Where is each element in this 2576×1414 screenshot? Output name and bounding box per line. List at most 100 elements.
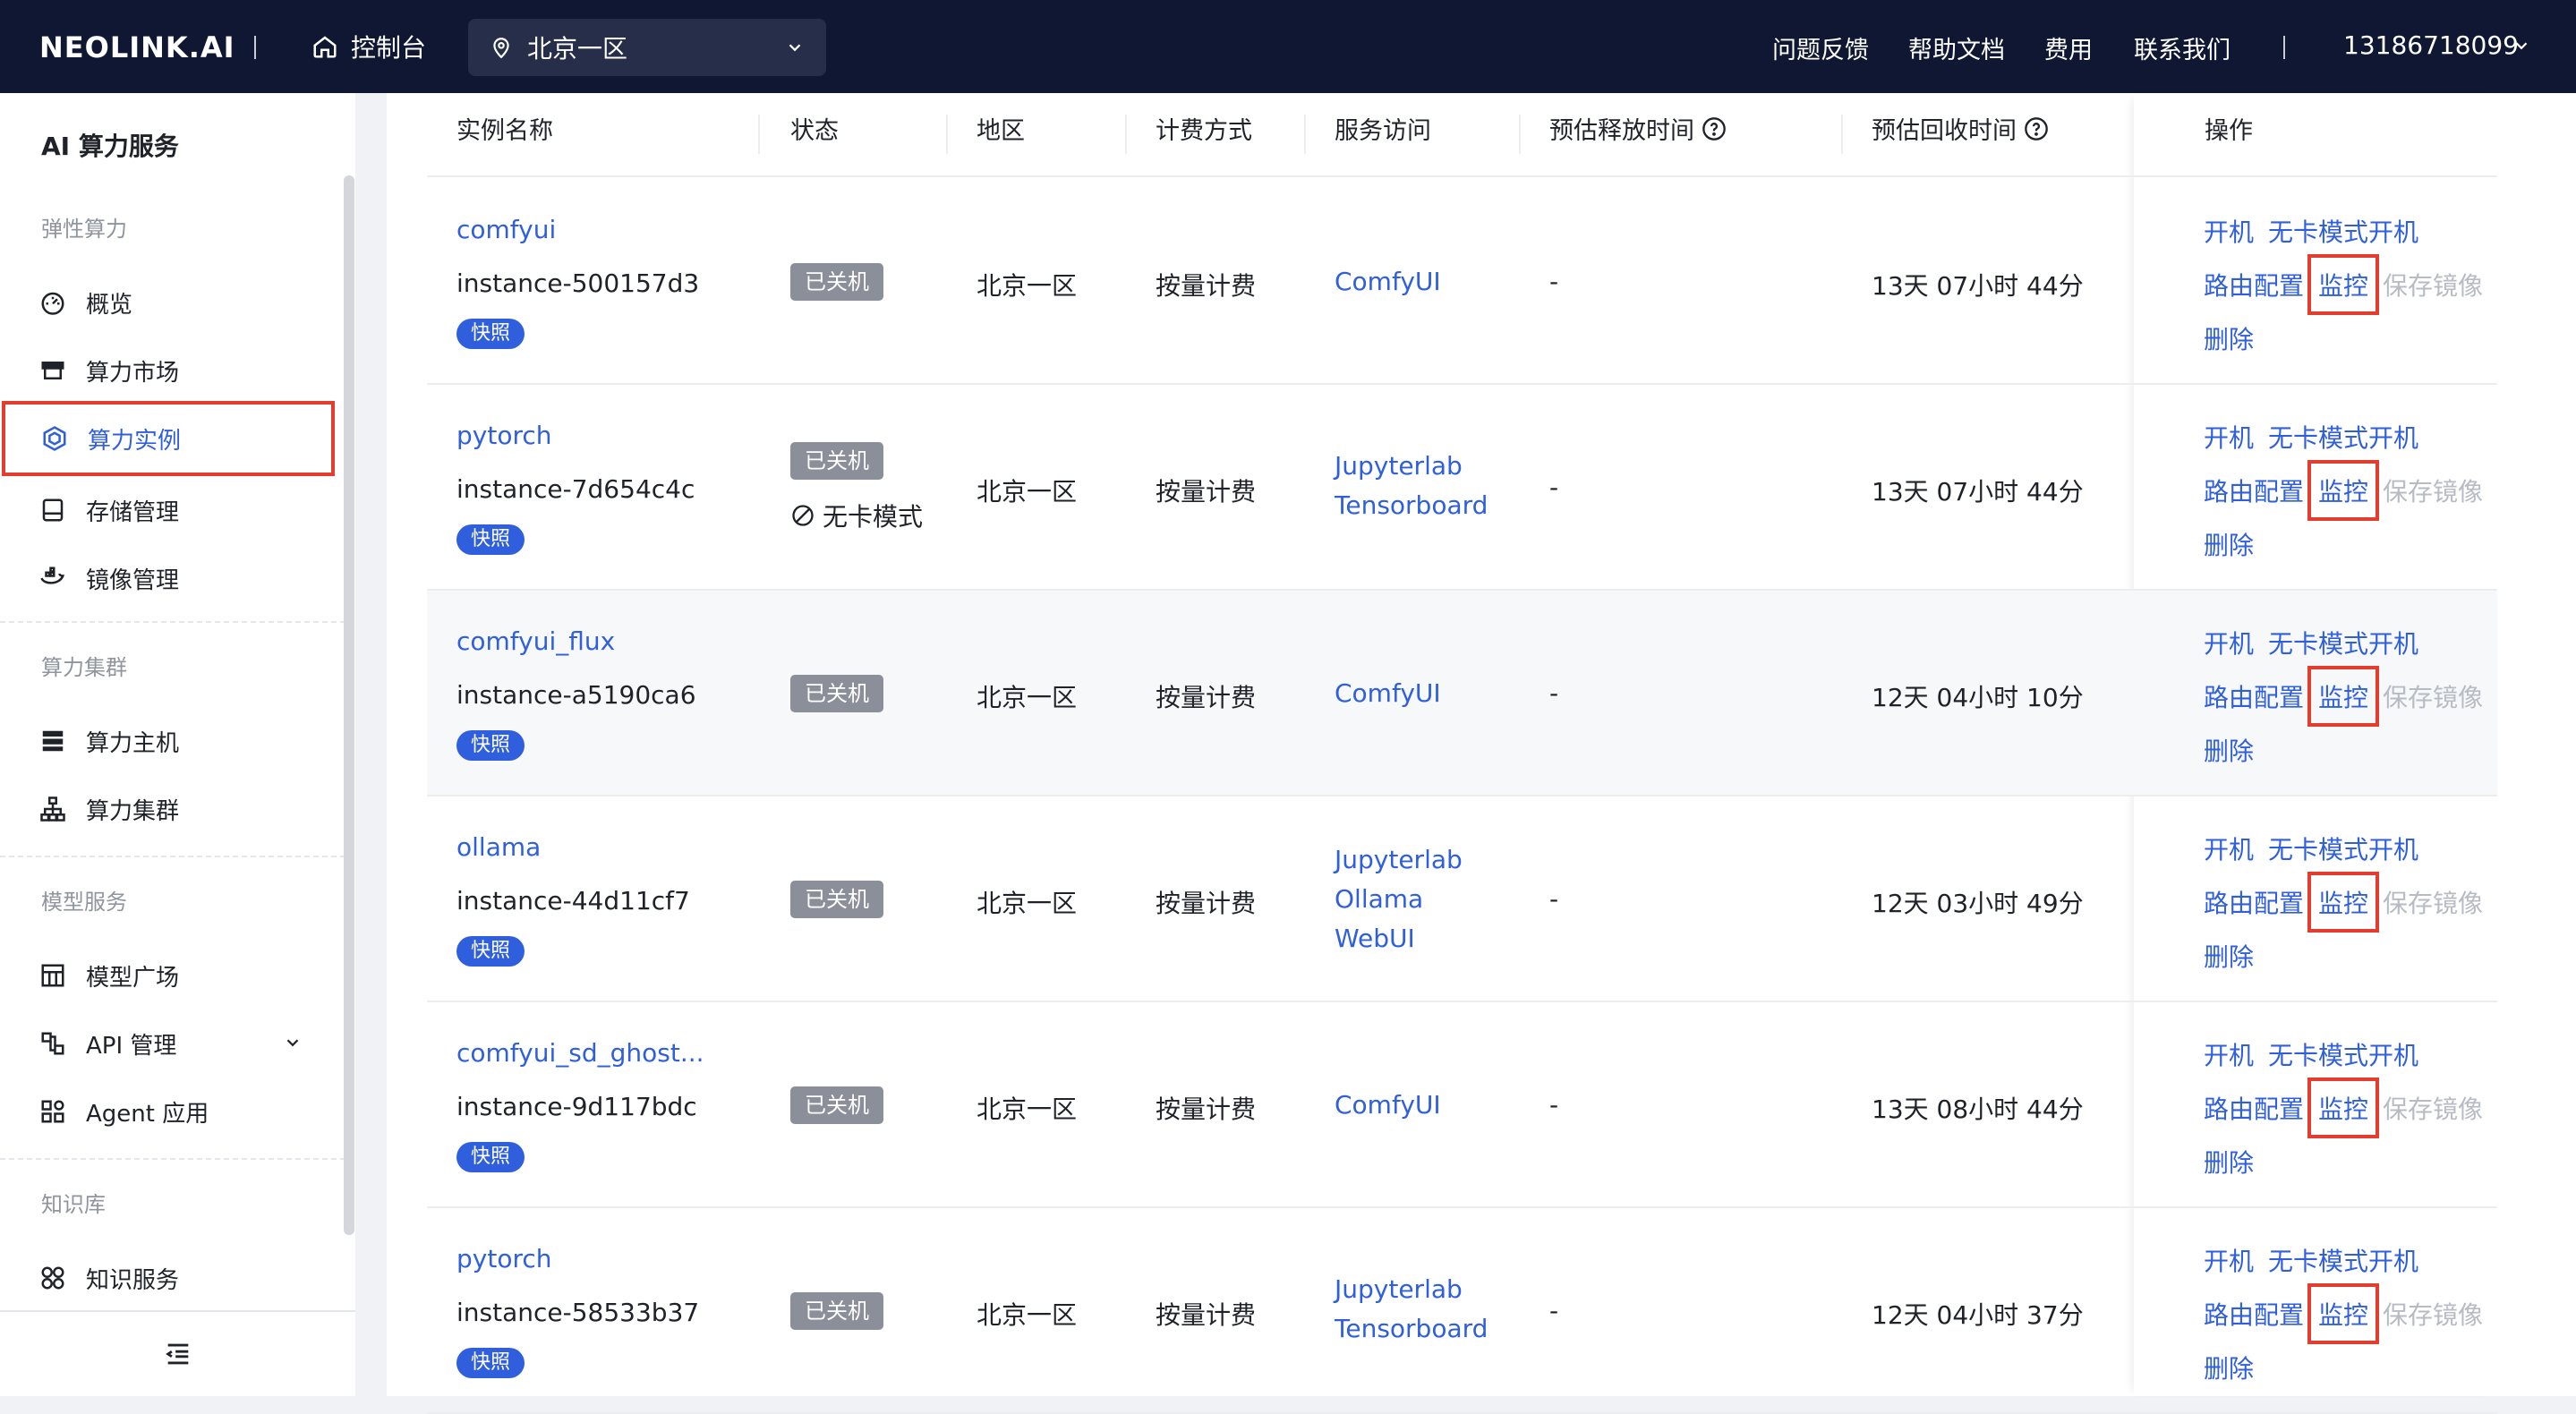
sidebar-item-label: 算力市场: [86, 359, 180, 387]
sidebar-scrollbar[interactable]: [344, 175, 354, 1235]
route-config-button[interactable]: 路由配置: [2204, 1296, 2304, 1332]
sidebar-item-instances[interactable]: 算力实例: [2, 401, 335, 476]
service-link-tensorboard[interactable]: Tensorboard: [1335, 1314, 1488, 1343]
start-button[interactable]: 开机: [2204, 213, 2254, 249]
server-icon: [42, 730, 64, 752]
sidebar-item-label: 算力集群: [86, 797, 180, 825]
start-nocard-button[interactable]: 无卡模式开机: [2268, 1242, 2418, 1278]
delete-button[interactable]: 删除: [2204, 1144, 2254, 1180]
route-config-button[interactable]: 路由配置: [2204, 884, 2304, 920]
sidebar-item-api[interactable]: API 管理: [0, 1009, 335, 1078]
start-nocard-button[interactable]: 无卡模式开机: [2268, 625, 2418, 660]
monitor-button[interactable]: 监控: [2307, 872, 2380, 933]
instance-name-link[interactable]: ollama: [456, 832, 541, 862]
start-button[interactable]: 开机: [2204, 831, 2254, 866]
sidebar-item-kbservice[interactable]: 知识服务: [0, 1244, 335, 1312]
start-nocard-button[interactable]: 无卡模式开机: [2268, 831, 2418, 866]
console-link[interactable]: 控制台: [311, 29, 426, 64]
instance-name-link[interactable]: comfyui_sd_ghost...: [456, 1038, 704, 1068]
delete-button[interactable]: 删除: [2204, 732, 2254, 768]
service-link-jupyterlab[interactable]: Jupyterlab: [1335, 451, 1463, 481]
instance-name-link[interactable]: pytorch: [456, 421, 552, 450]
help-circle-icon[interactable]: [1702, 116, 1727, 141]
region-select[interactable]: 北京一区: [468, 19, 826, 76]
service-link-webui[interactable]: WebUI: [1335, 924, 1415, 953]
dashboard-icon: [41, 292, 64, 315]
instance-name-link[interactable]: comfyui: [456, 215, 556, 244]
col-header-service: 服务访问: [1335, 117, 1431, 145]
user-account[interactable]: 13186718099: [2343, 30, 2519, 60]
nav-billing[interactable]: 费用: [2044, 30, 2093, 65]
instance-icon: [43, 426, 66, 451]
region-value: 北京一区: [977, 1095, 1078, 1124]
delete-button[interactable]: 删除: [2204, 1350, 2254, 1385]
route-config-button[interactable]: 路由配置: [2204, 473, 2304, 508]
reclaim-value: 12天 03小时 49分: [1872, 889, 2084, 918]
service-link-ollama[interactable]: Ollama: [1335, 884, 1423, 914]
sidebar-item-label: 镜像管理: [86, 566, 180, 594]
nav-feedback[interactable]: 问题反馈: [1772, 30, 1869, 65]
delete-button[interactable]: 删除: [2204, 320, 2254, 356]
monitor-button[interactable]: 监控: [2307, 1078, 2380, 1138]
service-link-comfyui[interactable]: ComfyUI: [1335, 1090, 1441, 1120]
route-config-button[interactable]: 路由配置: [2204, 678, 2304, 714]
sidebar-item-plaza[interactable]: 模型广场: [0, 941, 335, 1009]
sidebar-item-hosts[interactable]: 算力主机: [0, 707, 335, 775]
sidebar-title: AI 算力服务: [41, 132, 179, 161]
start-nocard-button[interactable]: 无卡模式开机: [2268, 213, 2418, 249]
region-select-value: 北京一区: [527, 34, 628, 64]
sidebar-group-kb: 知识库: [41, 1192, 106, 1217]
monitor-button[interactable]: 监控: [2307, 460, 2380, 521]
service-link-jupyterlab[interactable]: Jupyterlab: [1335, 845, 1463, 874]
chevron-down-icon[interactable]: [2512, 36, 2531, 55]
instance-id: instance-500157d3: [456, 268, 700, 298]
delete-button[interactable]: 删除: [2204, 526, 2254, 562]
logo[interactable]: NEOLINK.AI: [39, 30, 235, 64]
api-icon: [41, 1032, 64, 1055]
region-value: 北京一区: [977, 271, 1078, 301]
monitor-button[interactable]: 监控: [2307, 666, 2380, 727]
instance-name-link[interactable]: pytorch: [456, 1244, 552, 1273]
monitor-button[interactable]: 监控: [2307, 1283, 2380, 1344]
save-image-button[interactable]: 保存镜像: [2383, 1296, 2483, 1332]
row-actions: 开机 无卡模式开机 路由配置 监控 保存镜像 删除: [2204, 179, 2499, 385]
route-config-button[interactable]: 路由配置: [2204, 267, 2304, 302]
monitor-button[interactable]: 监控: [2307, 254, 2380, 315]
save-image-button[interactable]: 保存镜像: [2383, 678, 2483, 714]
collapse-sidebar-button[interactable]: [0, 1310, 355, 1396]
nocard-mode-label: 无卡模式: [823, 502, 924, 532]
delete-button[interactable]: 删除: [2204, 938, 2254, 974]
service-link-comfyui[interactable]: ComfyUI: [1335, 678, 1441, 708]
sidebar-item-market[interactable]: 算力市场: [0, 336, 335, 405]
snapshot-badge: 快照: [456, 936, 525, 967]
service-link-comfyui[interactable]: ComfyUI: [1335, 267, 1441, 296]
help-circle-icon[interactable]: [2024, 116, 2049, 141]
save-image-button[interactable]: 保存镜像: [2383, 884, 2483, 920]
nav-help-docs[interactable]: 帮助文档: [1908, 30, 2005, 65]
sidebar-item-storage[interactable]: 存储管理: [0, 476, 335, 544]
row-actions: 开机 无卡模式开机 路由配置 监控 保存镜像 删除: [2204, 796, 2499, 1002]
route-config-button[interactable]: 路由配置: [2204, 1090, 2304, 1126]
start-button[interactable]: 开机: [2204, 1242, 2254, 1278]
row-actions: 开机 无卡模式开机 路由配置 监控 保存镜像 删除: [2204, 1002, 2499, 1208]
save-image-button[interactable]: 保存镜像: [2383, 473, 2483, 508]
start-button[interactable]: 开机: [2204, 1036, 2254, 1072]
instance-id: instance-a5190ca6: [456, 680, 696, 710]
nav-contact[interactable]: 联系我们: [2134, 30, 2231, 65]
sidebar-item-images[interactable]: 镜像管理: [0, 544, 335, 612]
save-image-button[interactable]: 保存镜像: [2383, 1090, 2483, 1126]
service-link-tensorboard[interactable]: Tensorboard: [1335, 490, 1488, 520]
sidebar-item-overview[interactable]: 概览: [0, 268, 335, 336]
status-badge: 已关机: [790, 881, 883, 918]
save-image-button[interactable]: 保存镜像: [2383, 267, 2483, 302]
start-nocard-button[interactable]: 无卡模式开机: [2268, 1036, 2418, 1072]
start-button[interactable]: 开机: [2204, 419, 2254, 455]
table-row: ollama instance-44d11cf7 快照 已关机 北京一区 按量计…: [427, 796, 2497, 1002]
start-nocard-button[interactable]: 无卡模式开机: [2268, 419, 2418, 455]
service-link-jupyterlab[interactable]: Jupyterlab: [1335, 1274, 1463, 1304]
column-divider: [1841, 115, 1843, 154]
sidebar-item-agent[interactable]: Agent 应用: [0, 1078, 335, 1146]
instance-name-link[interactable]: comfyui_flux: [456, 626, 615, 656]
sidebar-item-clusters[interactable]: 算力集群: [0, 775, 335, 843]
start-button[interactable]: 开机: [2204, 625, 2254, 660]
